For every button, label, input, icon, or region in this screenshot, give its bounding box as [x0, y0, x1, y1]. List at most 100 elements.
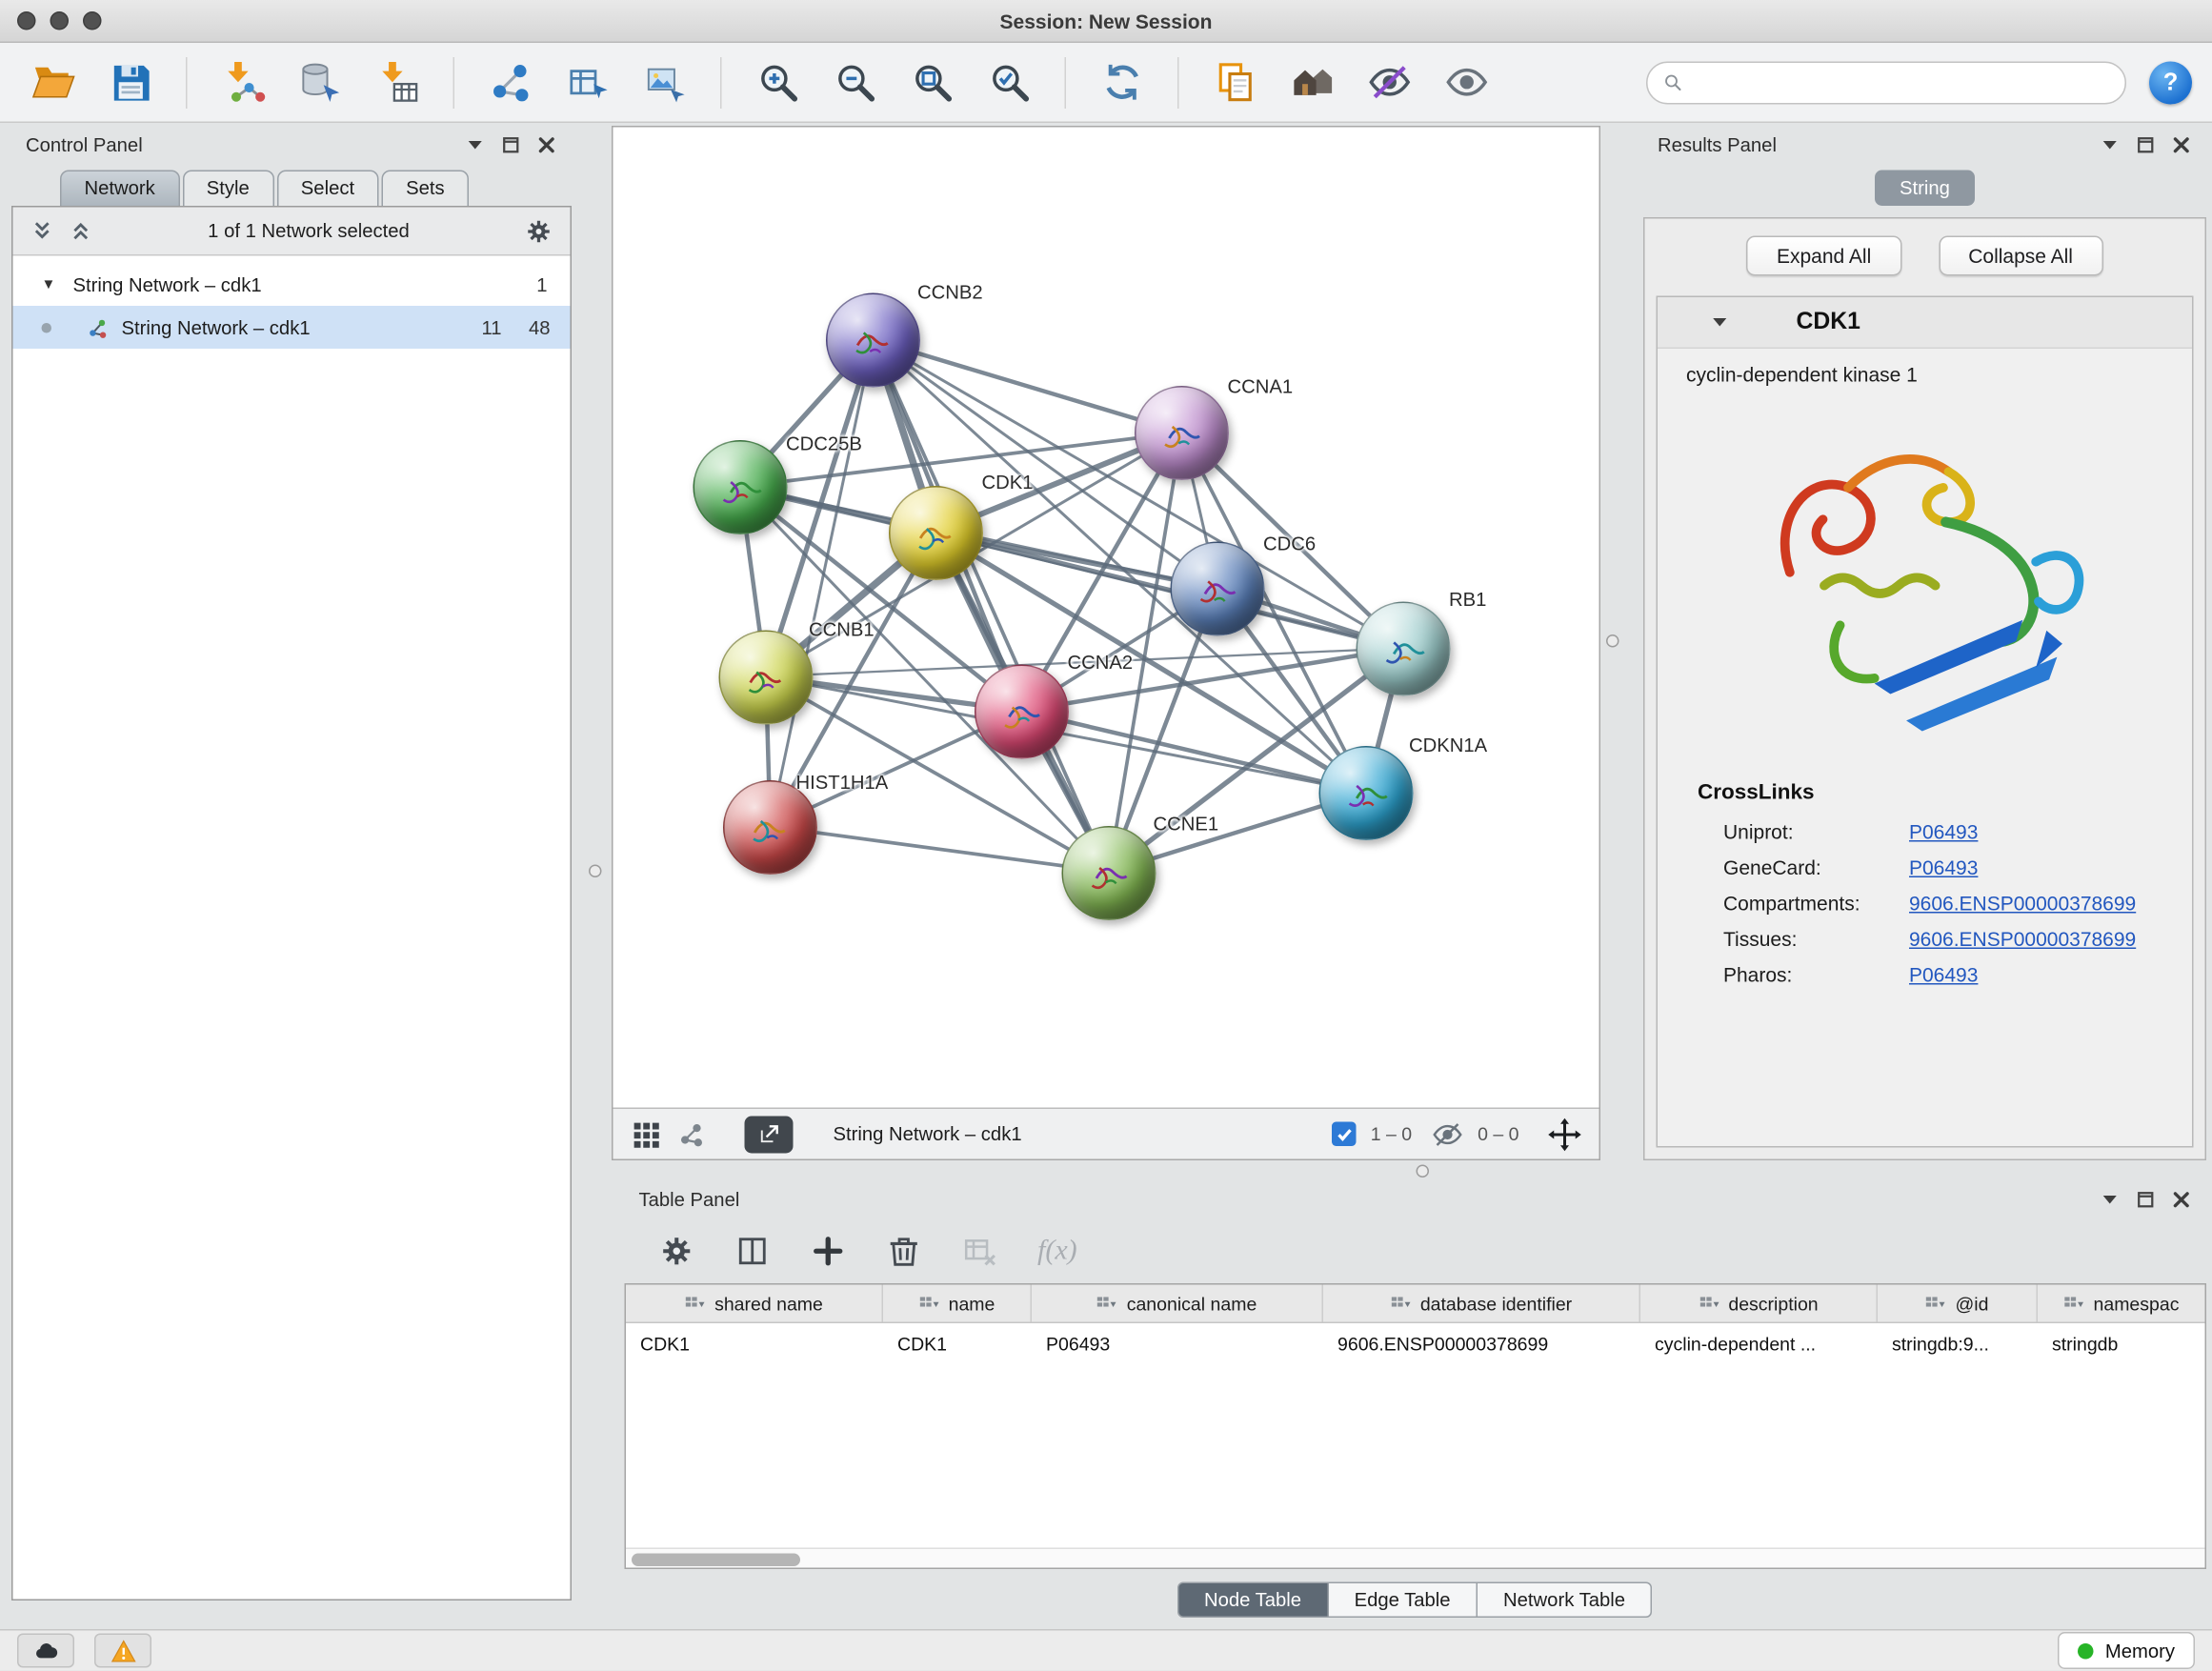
network-options-gear-icon[interactable]: [525, 216, 553, 245]
close-panel-icon[interactable]: [536, 133, 558, 155]
duplicate-page-button[interactable]: [1202, 52, 1268, 112]
export-network-button[interactable]: [554, 52, 620, 112]
network-node-CDKN1A[interactable]: [1319, 746, 1414, 840]
splitter-handle[interactable]: [1417, 1165, 1430, 1178]
grid-view-icon[interactable]: [631, 1118, 662, 1150]
collapse-all-networks-icon[interactable]: [30, 219, 55, 244]
network-node-CDK1[interactable]: [889, 486, 983, 580]
search-input[interactable]: [1695, 71, 2111, 93]
expand-all-networks-icon[interactable]: [69, 219, 93, 244]
tab-network[interactable]: Network: [60, 171, 179, 207]
network-edge[interactable]: [771, 826, 1110, 872]
detach-view-button[interactable]: [745, 1116, 794, 1153]
tab-style[interactable]: Style: [182, 171, 273, 207]
column-header--id[interactable]: @id: [1878, 1285, 2038, 1322]
column-header-canonical-name[interactable]: canonical name: [1032, 1285, 1323, 1322]
help-button[interactable]: ?: [2149, 61, 2192, 104]
open-session-button[interactable]: [20, 52, 86, 112]
column-menu-icon[interactable]: [685, 1294, 705, 1314]
close-panel-icon[interactable]: [2171, 133, 2193, 155]
close-window-button[interactable]: [17, 11, 36, 30]
hidden-items-icon[interactable]: [1432, 1118, 1463, 1150]
column-menu-icon[interactable]: [1925, 1294, 1945, 1314]
selected-nodes-checkbox[interactable]: [1332, 1122, 1357, 1147]
zoom-selected-button[interactable]: [976, 52, 1042, 112]
float-panel-icon[interactable]: [2135, 1188, 2157, 1210]
network-canvas[interactable]: CCNB2 CCNA1 CDC25B CDK1 CDC6 RB1 CCNB1 C…: [613, 128, 1599, 1108]
gene-section-header[interactable]: CDK1: [1658, 297, 2192, 349]
crosslink-value-link[interactable]: P06493: [1909, 819, 1978, 842]
crosslink-value-link[interactable]: 9606.ENSP00000378699: [1909, 927, 2136, 950]
column-header-namespac[interactable]: namespac: [2038, 1285, 2205, 1322]
network-node-CDC25B[interactable]: [694, 440, 788, 534]
tab-network-table[interactable]: Network Table: [1477, 1581, 1653, 1618]
delete-column-icon[interactable]: [886, 1233, 922, 1269]
scrollbar-thumb[interactable]: [632, 1553, 800, 1566]
network-node-HIST1H1A[interactable]: [723, 780, 817, 875]
tab-edge-table[interactable]: Edge Table: [1327, 1581, 1478, 1618]
column-header-shared-name[interactable]: shared name: [626, 1285, 883, 1322]
home-button[interactable]: [1279, 52, 1345, 112]
table-row[interactable]: CDK1CDK1P064939606.ENSP00000378699cyclin…: [626, 1323, 2205, 1363]
column-menu-icon[interactable]: [2063, 1294, 2083, 1314]
import-network-from-file-button[interactable]: [211, 52, 276, 112]
network-node-CCNA1[interactable]: [1135, 386, 1229, 480]
network-row[interactable]: String Network – cdk1 11 48: [13, 306, 571, 349]
zoom-in-button[interactable]: [745, 52, 811, 112]
new-network-button[interactable]: [477, 52, 543, 112]
collapse-all-button[interactable]: Collapse All: [1939, 236, 2103, 276]
refresh-network-button[interactable]: [1089, 52, 1155, 112]
network-overview-icon[interactable]: [676, 1118, 708, 1150]
crosslink-value-link[interactable]: 9606.ENSP00000378699: [1909, 891, 2136, 914]
pan-mode-icon[interactable]: [1548, 1117, 1582, 1151]
panel-menu-icon[interactable]: [2100, 133, 2122, 155]
network-node-RB1[interactable]: [1357, 602, 1451, 696]
tab-sets[interactable]: Sets: [382, 171, 470, 207]
tab-string[interactable]: String: [1876, 171, 1975, 207]
column-header-database-identifier[interactable]: database identifier: [1323, 1285, 1640, 1322]
zoom-out-button[interactable]: [822, 52, 888, 112]
splitter-handle[interactable]: [589, 865, 602, 878]
crosslink-value-link[interactable]: P06493: [1909, 856, 1978, 878]
export-image-button[interactable]: [632, 52, 697, 112]
table-cell[interactable]: stringdb:9...: [1878, 1323, 2038, 1363]
table-cell[interactable]: cyclin-dependent ...: [1640, 1323, 1878, 1363]
float-panel-icon[interactable]: [500, 133, 522, 155]
minimize-window-button[interactable]: [50, 11, 70, 30]
network-edge[interactable]: [771, 340, 874, 827]
zoom-fit-button[interactable]: [899, 52, 965, 112]
panel-menu-icon[interactable]: [465, 133, 487, 155]
table-cell[interactable]: 9606.ENSP00000378699: [1323, 1323, 1640, 1363]
memory-button[interactable]: Memory: [2058, 1632, 2195, 1669]
table-cell[interactable]: CDK1: [883, 1323, 1032, 1363]
network-node-CCNA2[interactable]: [975, 665, 1069, 759]
network-node-CCNE1[interactable]: [1062, 826, 1156, 920]
show-selection-button[interactable]: [1434, 52, 1499, 112]
column-menu-icon[interactable]: [1699, 1294, 1719, 1314]
cloud-status-button[interactable]: [17, 1634, 74, 1668]
column-header-name[interactable]: name: [883, 1285, 1032, 1322]
expand-all-button[interactable]: Expand All: [1746, 236, 1900, 276]
column-menu-icon[interactable]: [1096, 1294, 1116, 1314]
network-node-CCNB1[interactable]: [719, 631, 814, 725]
tab-select[interactable]: Select: [276, 171, 378, 207]
splitter-handle[interactable]: [1606, 634, 1619, 648]
network-collection-row[interactable]: ▼ String Network – cdk1 1: [13, 263, 571, 306]
import-table-from-file-button[interactable]: [365, 52, 431, 112]
float-panel-icon[interactable]: [2135, 133, 2157, 155]
network-node-CDC6[interactable]: [1171, 542, 1265, 636]
crosslink-value-link[interactable]: P06493: [1909, 962, 1978, 985]
table-settings-gear-icon[interactable]: [659, 1233, 695, 1269]
search-field[interactable]: [1646, 61, 2126, 104]
network-edge[interactable]: [874, 340, 1110, 873]
panel-menu-icon[interactable]: [2100, 1188, 2122, 1210]
horizontal-scrollbar[interactable]: [626, 1548, 2205, 1568]
hide-selection-button[interactable]: [1357, 52, 1422, 112]
table-cell[interactable]: stringdb: [2038, 1323, 2205, 1363]
show-columns-icon[interactable]: [734, 1233, 771, 1269]
column-header-description[interactable]: description: [1640, 1285, 1878, 1322]
import-network-from-database-button[interactable]: [288, 52, 353, 112]
tab-node-table[interactable]: Node Table: [1176, 1581, 1328, 1618]
collapse-gene-icon[interactable]: [1709, 312, 1731, 333]
column-menu-icon[interactable]: [1390, 1294, 1410, 1314]
